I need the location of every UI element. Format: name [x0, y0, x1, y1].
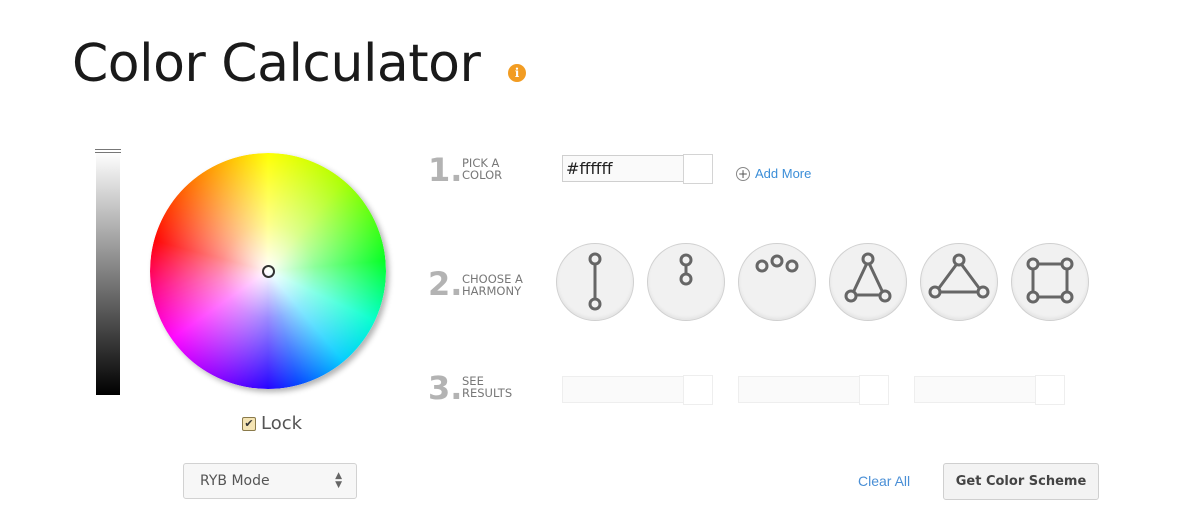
color-swatch[interactable] — [683, 154, 713, 184]
hex-color-input[interactable] — [562, 155, 684, 182]
complementary-icon — [588, 252, 602, 311]
step-3-number: 3. — [428, 369, 463, 407]
result-field-3[interactable] — [914, 376, 1036, 403]
step-1-label-line2: COLOR — [462, 168, 503, 182]
lock-checkbox[interactable]: ✔ — [242, 416, 256, 431]
add-more-label: Add More — [755, 166, 812, 181]
lightness-slider-handle[interactable] — [95, 149, 121, 153]
mode-select[interactable]: RYB Mode ▲ ▼ — [183, 463, 357, 499]
add-more-button[interactable]: + Add More — [736, 166, 811, 181]
harmony-complementary-button[interactable] — [556, 243, 634, 321]
result-swatch-2[interactable] — [859, 375, 889, 405]
lock-label: Lock — [261, 413, 303, 434]
triad-icon — [844, 252, 892, 303]
harmony-analogous-button[interactable] — [738, 243, 816, 321]
step-2-label-line2: HARMONY — [462, 284, 522, 298]
harmony-triad-button[interactable] — [829, 243, 907, 321]
select-arrows-icon: ▲ ▼ — [335, 464, 342, 498]
analogous-icon — [755, 254, 799, 273]
info-icon[interactable]: i — [508, 64, 526, 82]
lightness-slider[interactable] — [96, 152, 120, 395]
step-1-number: 1. — [428, 151, 463, 189]
select-arrow-down-icon: ▼ — [335, 480, 342, 490]
clear-all-link[interactable]: Clear All — [858, 473, 910, 489]
result-swatch-1[interactable] — [683, 375, 713, 405]
result-field-2[interactable] — [738, 376, 860, 403]
lock-toggle[interactable]: ✔ Lock — [242, 413, 302, 434]
triad-wide-icon — [928, 253, 990, 299]
harmony-triad-wide-button[interactable] — [920, 243, 998, 321]
color-wheel-marker[interactable] — [262, 265, 275, 278]
get-color-scheme-button[interactable]: Get Color Scheme — [943, 463, 1099, 500]
square-icon — [1026, 257, 1074, 304]
result-field-1[interactable] — [562, 376, 684, 403]
mode-select-value: RYB Mode — [200, 473, 270, 489]
harmony-square-button[interactable] — [1011, 243, 1089, 321]
result-swatch-3[interactable] — [1035, 375, 1065, 405]
step-2-number: 2. — [428, 265, 463, 303]
page-title: Color Calculator — [72, 34, 481, 94]
harmony-split-button[interactable] — [647, 243, 725, 321]
plus-circle-icon: + — [736, 166, 750, 181]
step-3-label-line2: RESULTS — [462, 386, 513, 400]
split-icon — [679, 253, 693, 286]
